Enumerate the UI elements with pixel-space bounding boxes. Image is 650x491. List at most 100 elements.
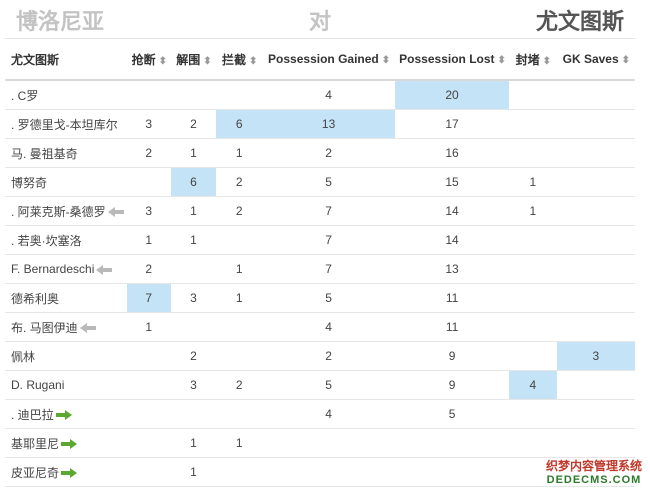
player-name[interactable]: . 罗德里戈-本坦库尔 xyxy=(11,118,118,132)
possession-lost-cell: 14 xyxy=(395,225,509,255)
clearances-cell: 1 xyxy=(170,428,217,458)
player-name[interactable]: . 若奥·坎塞洛 xyxy=(11,234,82,248)
possession-lost-cell: 14 xyxy=(395,196,509,226)
tackles-cell: 3 xyxy=(126,109,171,139)
column-header-gk-saves[interactable]: GK Saves ⬍ xyxy=(556,38,635,81)
sort-icon[interactable]: ⬍ xyxy=(249,56,257,67)
clearances-cell: 3 xyxy=(170,283,217,313)
column-header-possession-lost[interactable]: Possession Lost ⬍ xyxy=(395,38,509,81)
player-name[interactable]: . 阿莱克斯-桑德罗 xyxy=(11,205,106,219)
possession-gained-cell: 7 xyxy=(262,225,396,255)
gk-saves-cell xyxy=(556,167,635,197)
possession-gained-cell: 4 xyxy=(262,80,396,110)
player-name-cell[interactable]: 博努奇 xyxy=(5,167,127,197)
interceptions-cell xyxy=(216,312,263,342)
player-name-cell[interactable]: 马. 曼祖基奇 xyxy=(5,138,127,168)
player-name-cell[interactable]: . 罗德里戈-本坦库尔 xyxy=(5,109,127,139)
column-header-team: 尤文图斯 xyxy=(5,38,127,81)
clearances-cell xyxy=(170,80,217,110)
player-name-cell[interactable]: . 若奥·坎塞洛 xyxy=(5,225,127,255)
possession-lost-cell: 5 xyxy=(395,399,509,429)
clearances-cell: 6 xyxy=(170,167,217,197)
sort-icon[interactable]: ⬍ xyxy=(159,56,167,67)
player-name[interactable]: 博努奇 xyxy=(11,176,47,190)
tackles-cell xyxy=(126,370,171,400)
tackles-cell xyxy=(126,80,171,110)
column-header-tackles[interactable]: 抢断 ⬍ xyxy=(126,38,171,81)
away-team-name[interactable]: 尤文图斯 xyxy=(536,4,624,36)
player-name-cell[interactable]: . 阿莱克斯-桑德罗 xyxy=(5,196,127,226)
clearances-cell: 2 xyxy=(170,341,217,371)
player-name[interactable]: 马. 曼祖基奇 xyxy=(11,147,78,161)
tackles-cell: 2 xyxy=(126,138,171,168)
player-name-cell[interactable]: 皮亚尼奇 xyxy=(5,457,127,487)
column-header-interceptions[interactable]: 拦截 ⬍ xyxy=(216,38,263,81)
table-row: 布. 马图伊迪 1 4 11 xyxy=(5,312,635,342)
column-header-clearances[interactable]: 解围 ⬍ xyxy=(170,38,217,81)
player-name-cell[interactable]: 布. 马图伊迪 xyxy=(5,312,127,342)
possession-gained-cell: 13 xyxy=(262,109,396,139)
column-header-possession-gained[interactable]: Possession Gained ⬍ xyxy=(262,38,396,81)
possession-lost-cell: 15 xyxy=(395,167,509,197)
gk-saves-cell xyxy=(556,225,635,255)
player-name-cell[interactable]: . 迪巴拉 xyxy=(5,399,127,429)
column-header-blocks[interactable]: 封堵 ⬍ xyxy=(508,38,557,81)
player-name[interactable]: 基耶里尼 xyxy=(11,437,59,451)
possession-gained-cell: 7 xyxy=(262,254,396,284)
blocks-cell: 1 xyxy=(508,196,557,226)
substituted-in-arrow-icon xyxy=(59,466,78,480)
table-row: . C罗 4 20 xyxy=(5,80,635,110)
player-name-cell[interactable]: 佩林 xyxy=(5,341,127,371)
gk-saves-cell xyxy=(556,196,635,226)
player-name-cell[interactable]: 德希利奥 xyxy=(5,283,127,313)
watermark-line-1: 织梦内容管理系统 xyxy=(545,459,642,473)
interceptions-cell: 1 xyxy=(216,428,263,458)
clearances-cell: 1 xyxy=(170,457,217,487)
tackles-cell xyxy=(126,457,171,487)
table-row: 基耶里尼 1 1 xyxy=(5,428,635,458)
blocks-cell xyxy=(508,283,557,313)
sort-icon[interactable]: ⬍ xyxy=(382,55,390,66)
interceptions-cell: 6 xyxy=(216,109,263,139)
gk-saves-cell xyxy=(556,283,635,313)
player-name-cell[interactable]: 基耶里尼 xyxy=(5,428,127,458)
interceptions-cell xyxy=(216,225,263,255)
table-row: 德希利奥 7 3 1 5 11 xyxy=(5,283,635,313)
sort-icon[interactable]: ⬍ xyxy=(498,55,506,66)
interceptions-cell: 2 xyxy=(216,370,263,400)
player-name-cell[interactable]: F. Bernardeschi xyxy=(5,254,127,284)
possession-gained-cell: 2 xyxy=(262,341,396,371)
player-name[interactable]: D. Rugani xyxy=(11,378,64,392)
player-name[interactable]: 佩林 xyxy=(11,350,35,364)
sort-icon[interactable]: ⬍ xyxy=(203,56,211,67)
possession-lost-cell: 11 xyxy=(395,283,509,313)
watermark: 织梦内容管理系统 DEDECMS.COM xyxy=(546,459,642,487)
sort-icon[interactable]: ⬍ xyxy=(622,55,630,66)
blocks-cell xyxy=(508,428,557,458)
table-row: . 罗德里戈-本坦库尔 3 2 6 13 17 xyxy=(5,109,635,139)
player-name[interactable]: 布. 马图伊迪 xyxy=(11,321,78,335)
gk-saves-cell xyxy=(556,428,635,458)
possession-gained-cell: 2 xyxy=(262,138,396,168)
player-name[interactable]: F. Bernardeschi xyxy=(11,262,94,276)
possession-lost-cell xyxy=(395,428,509,458)
player-name[interactable]: 德希利奥 xyxy=(11,292,59,306)
tackles-cell: 1 xyxy=(126,225,171,255)
home-team-name[interactable]: 博洛尼亚 xyxy=(16,4,104,36)
player-name[interactable]: 皮亚尼奇 xyxy=(11,466,59,480)
player-name-cell[interactable]: . C罗 xyxy=(5,80,127,110)
table-row: 博努奇 6 2 5 15 1 xyxy=(5,167,635,197)
player-name[interactable]: . 迪巴拉 xyxy=(11,408,54,422)
blocks-cell: 1 xyxy=(508,167,557,197)
player-name-cell[interactable]: D. Rugani xyxy=(5,370,127,400)
blocks-cell xyxy=(508,254,557,284)
sort-icon[interactable]: ⬍ xyxy=(543,56,551,67)
tackles-cell xyxy=(126,428,171,458)
watermark-line-2: DEDECMS.COM xyxy=(546,474,642,486)
interceptions-cell: 1 xyxy=(216,283,263,313)
player-name[interactable]: . C罗 xyxy=(11,89,38,103)
substituted-in-arrow-icon xyxy=(59,437,78,451)
table-header-row: 尤文图斯 抢断 ⬍ 解围 ⬍ 拦截 ⬍ Possession Gained ⬍ Poss… xyxy=(5,38,635,81)
clearances-cell: 1 xyxy=(170,196,217,226)
clearances-cell: 1 xyxy=(170,225,217,255)
